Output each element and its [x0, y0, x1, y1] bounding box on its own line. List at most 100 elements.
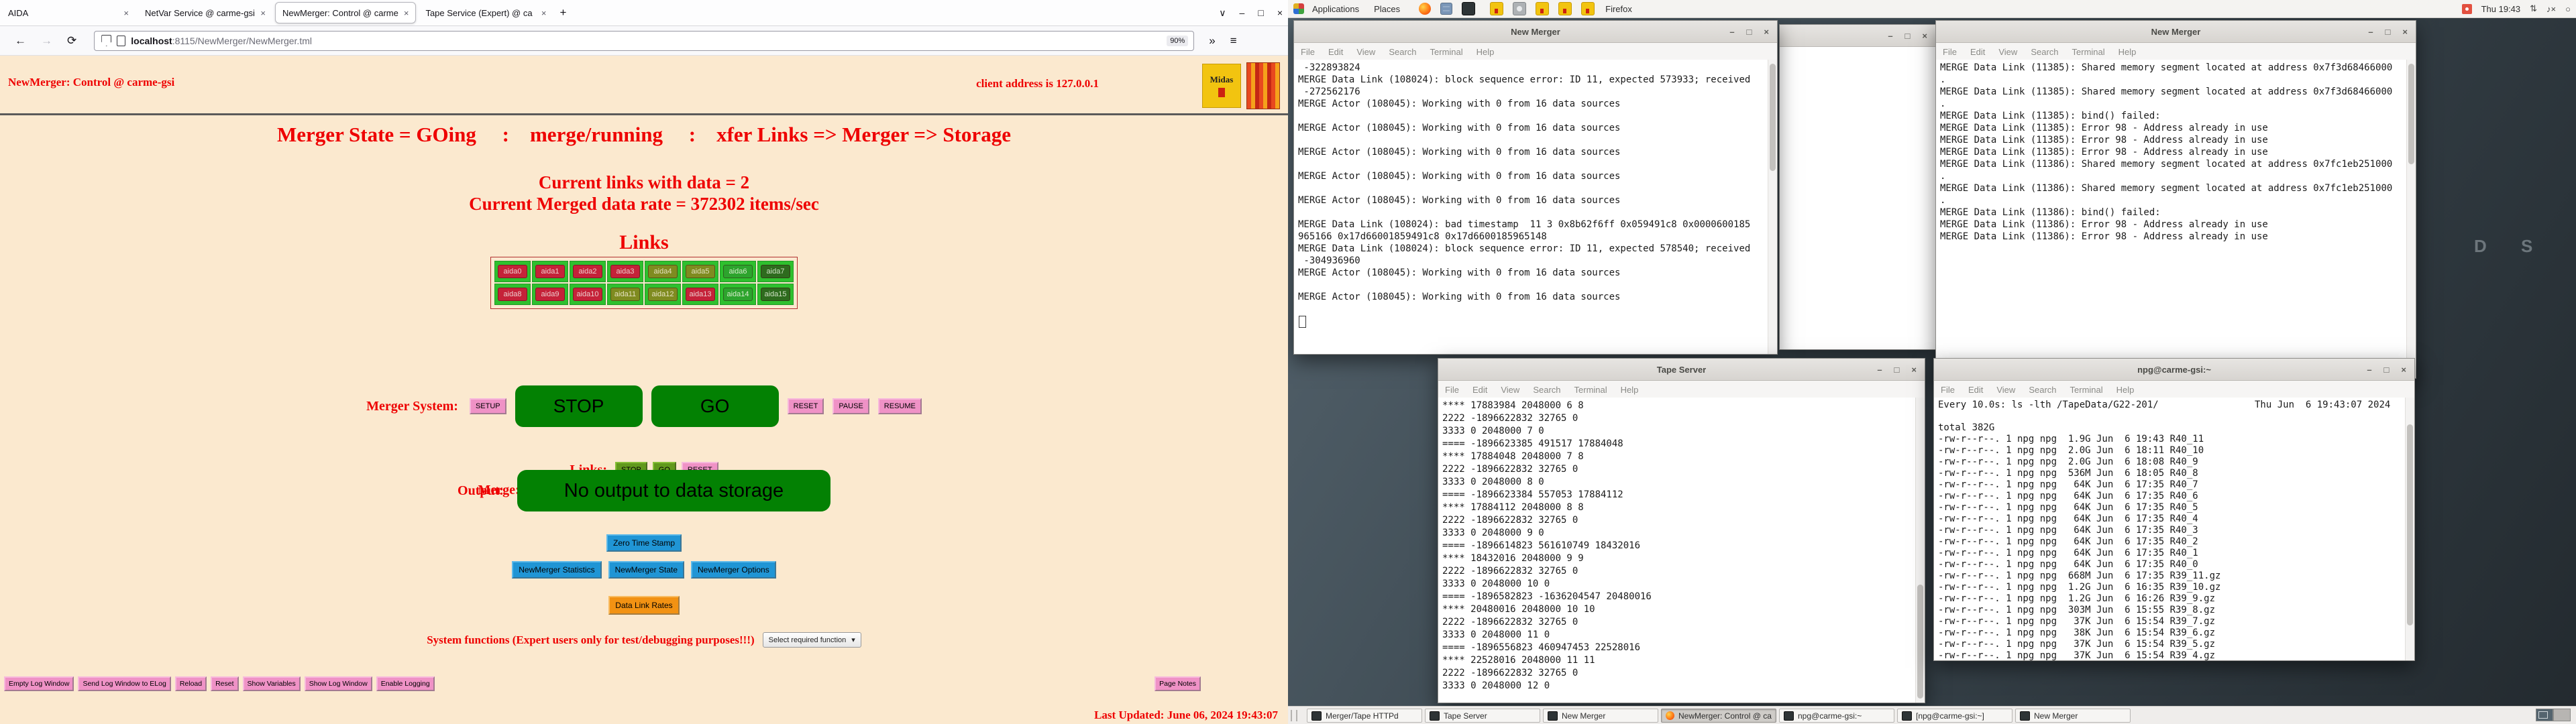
close-tab-icon[interactable]: × — [404, 8, 409, 18]
menu-file[interactable]: File — [1941, 385, 1955, 395]
taskbar-item[interactable]: New Merger — [1543, 709, 1658, 723]
data-link-rates-button[interactable]: Data Link Rates — [608, 596, 680, 615]
taskbar-item[interactable]: [npg@carme-gsi:~] — [1897, 709, 2012, 723]
zero-time-stamp-button[interactable]: Zero Time Stamp — [606, 534, 682, 552]
workspace-2[interactable] — [2553, 709, 2571, 721]
overflow-icon[interactable]: » — [1209, 34, 1215, 48]
midas-launcher-icon[interactable] — [1581, 2, 1595, 15]
window-titlebar[interactable]: New Merger – □ × — [1936, 21, 2416, 43]
zoom-indicator[interactable]: 90% — [1167, 35, 1189, 46]
close-tab-icon[interactable]: × — [123, 8, 129, 18]
forward-icon[interactable]: → — [41, 34, 52, 48]
new-tab-button[interactable]: + — [554, 4, 572, 21]
page-notes-button[interactable]: Page Notes — [1155, 676, 1201, 691]
workspace-1[interactable] — [2536, 709, 2553, 721]
menu-search[interactable]: Search — [2029, 385, 2056, 395]
window-maximize-icon[interactable]: □ — [1905, 31, 1911, 41]
window-list-grip[interactable] — [1291, 710, 1297, 721]
page-info-icon[interactable] — [117, 35, 126, 46]
window-maximize-icon[interactable]: □ — [2385, 27, 2391, 37]
footer-button[interactable]: Show Log Window — [304, 676, 372, 691]
taskbar-item[interactable]: Tape Server — [1425, 709, 1540, 723]
menu-edit[interactable]: Edit — [1472, 385, 1487, 395]
footer-button[interactable]: Enable Logging — [376, 676, 435, 691]
window-close-icon[interactable]: × — [1922, 31, 1927, 41]
menu-help[interactable]: Help — [1477, 47, 1495, 57]
screenshot-launcher-icon[interactable] — [1513, 2, 1527, 15]
footer-button[interactable]: Show Variables — [242, 676, 301, 691]
browser-tab[interactable]: AIDA × — [1, 3, 136, 23]
firefox-launcher-icon[interactable] — [1419, 3, 1432, 15]
footer-button[interactable]: Reload — [174, 676, 207, 691]
link-box[interactable]: aida12 — [645, 284, 681, 305]
taskbar-item[interactable]: Merger/Tape HTTPd — [1307, 709, 1422, 723]
link-box[interactable]: aida8 — [494, 284, 531, 305]
merger-pause-button[interactable]: PAUSE — [833, 398, 869, 414]
url-bar[interactable]: localhost:8115/NewMerger/NewMerger.tml 9… — [94, 30, 1195, 51]
link-box[interactable]: aida9 — [532, 284, 568, 305]
link-box[interactable]: aida11 — [607, 284, 643, 305]
output-status-button[interactable]: No output to data storage — [517, 470, 830, 511]
browser-tab[interactable]: NewMerger: Control @ carme × — [275, 2, 417, 23]
link-box[interactable]: aida14 — [720, 284, 756, 305]
menu-file[interactable]: File — [1445, 385, 1459, 395]
footer-button[interactable]: Empty Log Window — [4, 676, 74, 691]
merger-go-button[interactable]: GO — [651, 385, 779, 427]
menu-edit[interactable]: Edit — [1968, 385, 1983, 395]
link-box[interactable]: aida3 — [607, 261, 643, 282]
menu-edit[interactable]: Edit — [1970, 47, 1985, 57]
terminal-launcher-icon[interactable] — [1462, 2, 1476, 15]
midas-launcher-icon[interactable] — [1558, 2, 1572, 15]
menu-view[interactable]: View — [1998, 47, 2017, 57]
midas-launcher-icon[interactable] — [1490, 2, 1504, 15]
menu-view[interactable]: View — [1356, 47, 1375, 57]
scrollbar[interactable] — [2405, 398, 2414, 660]
link-box[interactable]: aida1 — [532, 261, 568, 282]
newmerger-options-button[interactable]: NewMerger Options — [691, 561, 776, 579]
applications-menu[interactable]: Applications — [1312, 4, 1359, 14]
browser-tab[interactable]: NetVar Service @ carme-gsi × — [138, 3, 272, 23]
shield-icon[interactable] — [101, 35, 112, 46]
system-functions-select[interactable]: Select required function ▾ — [762, 632, 861, 648]
link-box[interactable]: aida0 — [494, 261, 531, 282]
background-window[interactable]: – □ × — [1779, 24, 1936, 350]
window-minimize-icon[interactable]: – — [1240, 7, 1245, 18]
window-close-icon[interactable]: × — [2402, 27, 2408, 37]
window-close-icon[interactable]: × — [1764, 27, 1769, 37]
menu-terminal[interactable]: Terminal — [1430, 47, 1463, 57]
window-close-icon[interactable]: × — [1277, 7, 1283, 18]
close-tab-icon[interactable]: × — [260, 8, 266, 18]
link-box[interactable]: aida4 — [645, 261, 681, 282]
menu-help[interactable]: Help — [2116, 385, 2135, 395]
taskbar-item[interactable]: NewMerger: Control @ car... — [1661, 709, 1776, 723]
terminal-output[interactable]: MERGE Data Link (11385): Shared memory s… — [1936, 60, 2416, 378]
merger-stop-button[interactable]: STOP — [515, 385, 643, 427]
link-box[interactable]: aida13 — [682, 284, 718, 305]
footer-button[interactable]: Send Log Window to ELog — [78, 676, 171, 691]
menu-terminal[interactable]: Terminal — [2072, 47, 2105, 57]
terminal-window-npg[interactable]: npg@carme-gsi:~ – □ × File Edit View Search… — [1933, 358, 2415, 661]
window-maximize-icon[interactable]: □ — [2384, 365, 2390, 375]
terminal-window-tape-server[interactable]: Tape Server – □ × File Edit View Search Term… — [1438, 358, 1925, 703]
close-tab-icon[interactable]: × — [541, 8, 547, 18]
window-minimize-icon[interactable]: – — [1877, 365, 1882, 375]
newmerger-statistics-button[interactable]: NewMerger Statistics — [512, 561, 602, 579]
menu-help[interactable]: Help — [2118, 47, 2137, 57]
menu-search[interactable]: Search — [2031, 47, 2058, 57]
menu-edit[interactable]: Edit — [1328, 47, 1343, 57]
merger-setup-button[interactable]: SETUP — [469, 398, 506, 414]
terminal-output[interactable]: Every 10.0s: ls -lth /TapeData/G22-201/ … — [1934, 398, 2414, 660]
window-close-icon[interactable]: × — [1911, 365, 1917, 375]
scrollbar[interactable] — [2406, 60, 2416, 378]
menu-terminal[interactable]: Terminal — [2070, 385, 2103, 395]
link-box[interactable]: aida5 — [682, 261, 718, 282]
taskbar-item[interactable]: New Merger — [2015, 709, 2131, 723]
terminal-window-new-merger-right[interactable]: New Merger – □ × File Edit View Search Termi… — [1935, 20, 2416, 379]
window-maximize-icon[interactable]: □ — [1258, 7, 1263, 18]
browser-tab[interactable]: Tape Service (Expert) @ ca × — [419, 3, 553, 23]
window-close-icon[interactable]: × — [2401, 365, 2406, 375]
newmerger-state-button[interactable]: NewMerger State — [608, 561, 685, 579]
menu-terminal[interactable]: Terminal — [1574, 385, 1607, 395]
midas-launcher-icon[interactable] — [1536, 2, 1550, 15]
terminal-window-new-merger-left[interactable]: New Merger – □ × File Edit View Search Termi… — [1293, 20, 1778, 355]
